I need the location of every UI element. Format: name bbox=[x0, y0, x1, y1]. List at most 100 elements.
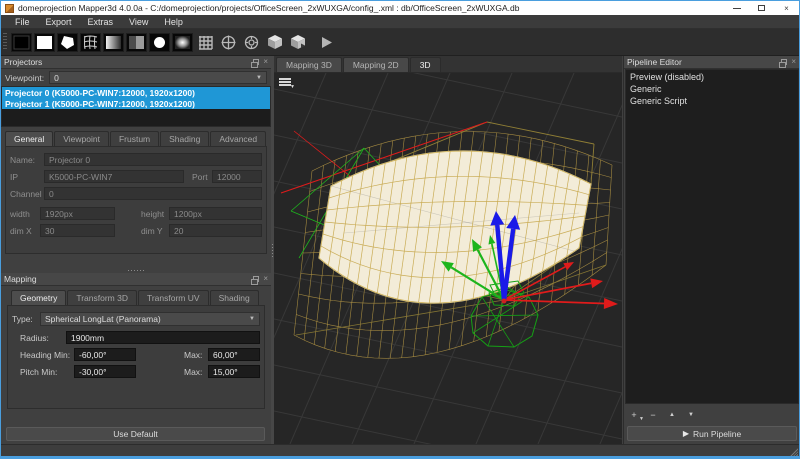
move-up-button[interactable]: ▲ bbox=[666, 409, 678, 421]
heading-max-label: Max: bbox=[184, 350, 208, 360]
play-icon: ▶ bbox=[683, 429, 689, 438]
viewport-canvas[interactable]: ▼ bbox=[274, 73, 622, 444]
close-panel-icon[interactable]: × bbox=[263, 276, 268, 282]
viewpoint-select[interactable]: 0 ▼ bbox=[49, 71, 267, 84]
projector-list-item[interactable]: Projector 0 (K5000-PC-WIN7:12000, 1920x1… bbox=[2, 87, 270, 98]
chevron-down-icon: ▼ bbox=[256, 75, 262, 81]
pipeline-panel-header: Pipeline Editor × bbox=[624, 56, 799, 69]
cube-corner-button[interactable] bbox=[287, 33, 308, 52]
minimize-button[interactable] bbox=[724, 1, 749, 15]
run-pipeline-button[interactable]: ▶ Run Pipeline bbox=[627, 426, 797, 441]
type-select[interactable]: Spherical LongLat (Panorama) ▼ bbox=[40, 312, 260, 326]
heading-min-label: Heading Min: bbox=[20, 350, 74, 360]
maximize-button[interactable] bbox=[749, 1, 774, 15]
heading-min-field[interactable]: -60,00° bbox=[74, 348, 136, 361]
tab-mapping-3d[interactable]: Mapping 3D bbox=[276, 57, 342, 72]
pipeline-item-preview[interactable]: Preview (disabled) bbox=[626, 71, 798, 83]
tab-viewpoint[interactable]: Viewpoint bbox=[54, 131, 109, 146]
heading-max-field[interactable]: 60,00° bbox=[208, 348, 260, 361]
white-square-button[interactable] bbox=[34, 33, 55, 52]
tab-frustum[interactable]: Frustum bbox=[110, 131, 159, 146]
dimy-field[interactable]: 20 bbox=[169, 224, 262, 237]
name-field[interactable]: Projector 0 bbox=[44, 153, 262, 166]
tab-3d[interactable]: 3D bbox=[410, 57, 441, 72]
pipeline-panel-title: Pipeline Editor bbox=[627, 57, 781, 67]
float-panel-icon[interactable] bbox=[253, 59, 259, 65]
left-panel: Projectors × Viewpoint: 0 ▼ Projector 0 … bbox=[1, 56, 271, 444]
black-square-button[interactable] bbox=[11, 33, 32, 52]
viewport-menu-icon[interactable]: ▼ bbox=[279, 78, 291, 88]
dimx-field[interactable]: 30 bbox=[40, 224, 115, 237]
menu-view[interactable]: View bbox=[121, 17, 156, 27]
viewport-pane: Mapping 3D Mapping 2D 3D ▼ bbox=[274, 56, 622, 444]
menu-extras[interactable]: Extras bbox=[80, 17, 122, 27]
add-step-button[interactable]: +▼ bbox=[628, 409, 640, 421]
tab-general[interactable]: General bbox=[5, 131, 53, 146]
pitch-min-field[interactable]: -30,00° bbox=[74, 365, 136, 378]
menu-file[interactable]: File bbox=[7, 17, 38, 27]
cube-button[interactable] bbox=[264, 33, 285, 52]
tab-advanced[interactable]: Advanced bbox=[210, 131, 266, 146]
tab-mapping-2d[interactable]: Mapping 2D bbox=[343, 57, 409, 72]
main-toolbar bbox=[1, 29, 799, 56]
grid-button[interactable] bbox=[195, 33, 216, 52]
tab-transform-3d[interactable]: Transform 3D bbox=[67, 290, 137, 305]
projector-list-item[interactable]: Projector 1 (K5000-PC-WIN7:12000, 1920x1… bbox=[2, 98, 270, 109]
height-field[interactable]: 1200px bbox=[169, 207, 262, 220]
tab-shading[interactable]: Shading bbox=[160, 131, 209, 146]
mapping-panel-header: Mapping × bbox=[1, 273, 271, 286]
main-area: Projectors × Viewpoint: 0 ▼ Projector 0 … bbox=[1, 56, 799, 444]
gradient-button[interactable] bbox=[103, 33, 124, 52]
close-icon: × bbox=[784, 4, 789, 13]
remove-step-button[interactable]: − bbox=[647, 409, 659, 421]
tab-geometry[interactable]: Geometry bbox=[11, 290, 66, 305]
window-controls: × bbox=[724, 1, 799, 15]
minimize-icon bbox=[733, 8, 741, 9]
pitch-max-field[interactable]: 15,00° bbox=[208, 365, 260, 378]
width-field[interactable]: 1920px bbox=[40, 207, 115, 220]
projector-form: Name: Projector 0 IP K5000-PC-WIN7 Port … bbox=[5, 146, 267, 254]
tab-shading[interactable]: Shading bbox=[210, 290, 259, 305]
tab-transform-uv[interactable]: Transform UV bbox=[138, 290, 209, 305]
pipeline-item-generic-script[interactable]: Generic Script bbox=[626, 95, 798, 107]
ip-field[interactable]: K5000-PC-WIN7 bbox=[44, 170, 184, 183]
warp-mesh-icon bbox=[82, 35, 99, 50]
close-panel-icon[interactable]: × bbox=[791, 59, 796, 65]
width-label: width bbox=[10, 209, 40, 219]
channel-field[interactable]: 0 bbox=[44, 187, 262, 200]
menu-export[interactable]: Export bbox=[38, 17, 80, 27]
run-pipeline-label: Run Pipeline bbox=[693, 429, 741, 439]
circle-dot-button[interactable] bbox=[149, 33, 170, 52]
close-panel-icon[interactable]: × bbox=[263, 59, 268, 65]
viewport-tabs: Mapping 3D Mapping 2D 3D bbox=[274, 56, 622, 73]
target-rings-button[interactable] bbox=[241, 33, 262, 52]
type-label: Type: bbox=[12, 314, 40, 324]
resize-grip[interactable] bbox=[788, 446, 798, 456]
radius-field[interactable]: 1900mm bbox=[66, 331, 260, 344]
warp-mesh-button[interactable] bbox=[80, 33, 101, 52]
float-panel-icon[interactable] bbox=[781, 59, 787, 65]
chevron-down-icon: ▼ bbox=[249, 316, 255, 322]
app-window: domeprojection Mapper3d 4.0.0a - C:/dome… bbox=[0, 0, 800, 459]
crosshair-circle-button[interactable] bbox=[218, 33, 239, 52]
use-default-button[interactable]: Use Default bbox=[6, 427, 265, 441]
type-value: Spherical LongLat (Panorama) bbox=[45, 314, 161, 324]
projector-tabs: General Viewpoint Frustum Shading Advanc… bbox=[1, 127, 271, 146]
channel-label: Channel bbox=[10, 189, 44, 199]
close-button[interactable]: × bbox=[774, 1, 799, 15]
move-down-button[interactable]: ▼ bbox=[685, 409, 697, 421]
float-panel-icon[interactable] bbox=[253, 276, 259, 282]
grip-handle[interactable] bbox=[3, 33, 7, 51]
play-button[interactable] bbox=[316, 33, 337, 52]
port-field[interactable]: 12000 bbox=[212, 170, 262, 183]
pipeline-list: Preview (disabled) Generic Generic Scrip… bbox=[625, 69, 799, 404]
split-halves-button[interactable] bbox=[126, 33, 147, 52]
viewpoint-row: Viewpoint: 0 ▼ bbox=[1, 69, 271, 86]
pitch-max-label: Max: bbox=[184, 367, 208, 377]
ip-label: IP bbox=[10, 172, 44, 182]
maximize-icon bbox=[758, 5, 765, 11]
pipeline-item-generic[interactable]: Generic bbox=[626, 83, 798, 95]
polygon-shape-button[interactable] bbox=[57, 33, 78, 52]
menu-help[interactable]: Help bbox=[156, 17, 191, 27]
soft-spot-button[interactable] bbox=[172, 33, 193, 52]
